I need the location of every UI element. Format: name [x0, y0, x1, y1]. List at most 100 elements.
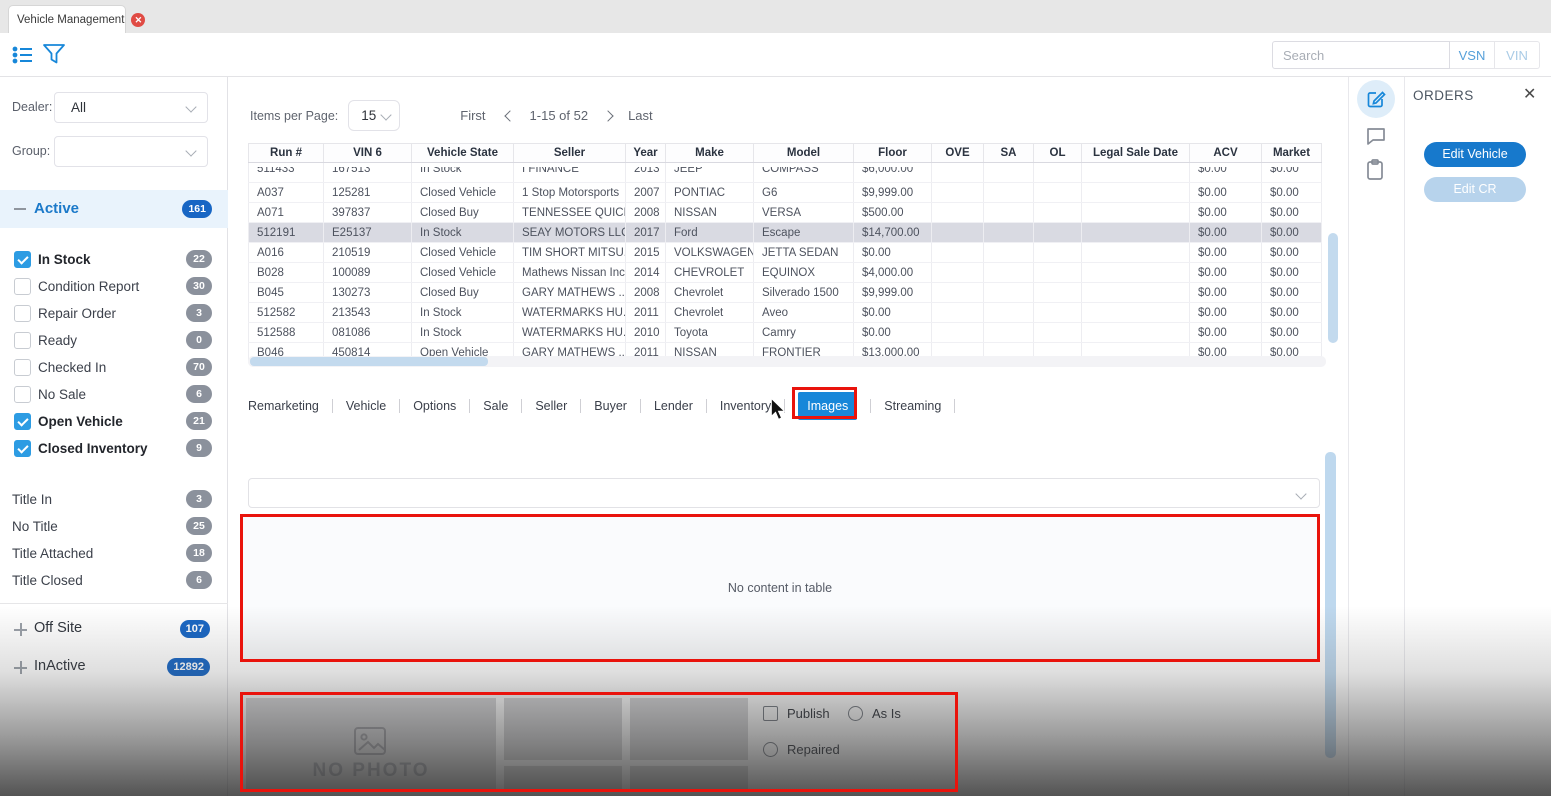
table-row[interactable]: 512588081086In StockWATERMARKS HU...2010…	[249, 323, 1322, 343]
photo-thumbnail-placeholder[interactable]	[630, 766, 748, 790]
filter-row[interactable]: Condition Report30	[0, 273, 228, 300]
filter-row[interactable]: No Title25	[0, 513, 228, 540]
filter-checkbox[interactable]	[14, 332, 31, 349]
filter-row[interactable]: Checked In70	[0, 354, 228, 381]
cell-value	[1034, 283, 1082, 303]
table-row-partial[interactable]: 511433167513In StockI FINANCE2013JEEPCOM…	[249, 163, 1322, 183]
column-header[interactable]: SA	[984, 144, 1034, 163]
items-per-page-select[interactable]: 15	[348, 100, 400, 131]
expand-icon[interactable]	[14, 623, 27, 636]
main-photo-placeholder[interactable]: NO PHOTO	[246, 698, 496, 790]
dealer-select[interactable]: All	[54, 92, 208, 123]
sidebar-section-active[interactable]: Active 161	[0, 190, 228, 228]
tab-inventory[interactable]: Inventory	[720, 399, 771, 413]
filter-row[interactable]: Repair Order3	[0, 300, 228, 327]
photo-thumbnail-placeholder[interactable]	[504, 766, 622, 790]
filter-row[interactable]: In Stock22	[0, 246, 228, 273]
tab-vehicle[interactable]: Vehicle	[346, 399, 386, 413]
filter-row[interactable]: Open Vehicle21	[0, 408, 228, 435]
filter-checkbox[interactable]	[14, 278, 31, 295]
list-view-icon[interactable]	[12, 44, 34, 71]
filter-checkbox[interactable]	[14, 413, 31, 430]
sidebar-section-inactive[interactable]: InActive 12892	[0, 656, 228, 680]
filter-row[interactable]: Closed Inventory9	[0, 435, 228, 462]
cell-value: Camry	[754, 323, 854, 343]
previous-page-icon[interactable]	[504, 110, 515, 121]
filter-label: Open Vehicle	[38, 414, 123, 429]
column-header[interactable]: Model	[754, 144, 854, 163]
column-header[interactable]: Year	[626, 144, 666, 163]
column-header[interactable]: OL	[1034, 144, 1082, 163]
table-row[interactable]: 512191E25137In StockSEAY MOTORS LLC2017F…	[249, 223, 1322, 243]
table-row[interactable]: A071397837Closed BuyTENNESSEE QUICK...20…	[249, 203, 1322, 223]
last-page-button[interactable]: Last	[628, 108, 653, 123]
pagination-bar: Items per Page: 15 First 1-15 of 52 Last	[250, 100, 653, 131]
photo-thumbnail-placeholder[interactable]	[630, 698, 748, 760]
vin-button[interactable]: VIN	[1495, 41, 1540, 69]
cell-value: CHEVROLET	[666, 263, 754, 283]
cell-value: Aveo	[754, 303, 854, 323]
table-row[interactable]: A037125281Closed Vehicle1 Stop Motorspor…	[249, 183, 1322, 203]
filter-checkbox[interactable]	[14, 251, 31, 268]
comments-icon[interactable]	[1366, 127, 1386, 151]
collapse-icon[interactable]	[14, 208, 26, 210]
filter-checkbox[interactable]	[14, 440, 31, 457]
tab-streaming[interactable]: Streaming	[884, 399, 941, 413]
table-row[interactable]: A016210519Closed VehicleTIM SHORT MITSU.…	[249, 243, 1322, 263]
repaired-radio[interactable]	[763, 742, 778, 757]
column-header[interactable]: Seller	[514, 144, 626, 163]
tab-remarketing[interactable]: Remarketing	[248, 399, 319, 413]
tab-sale[interactable]: Sale	[483, 399, 508, 413]
browser-tab[interactable]: Vehicle Management ✕	[8, 5, 126, 33]
column-header[interactable]: Run #	[249, 144, 324, 163]
horizontal-scrollbar-track[interactable]	[248, 356, 1326, 367]
close-icon[interactable]: ✕	[1523, 84, 1536, 104]
column-header[interactable]: Vehicle State	[412, 144, 514, 163]
tab-options[interactable]: Options	[413, 399, 456, 413]
column-header[interactable]: OVE	[932, 144, 984, 163]
column-header[interactable]: Make	[666, 144, 754, 163]
detail-vertical-scrollbar[interactable]	[1325, 452, 1336, 758]
filter-checkbox[interactable]	[14, 359, 31, 376]
column-header[interactable]: Market	[1262, 144, 1322, 163]
first-page-button[interactable]: First	[460, 108, 485, 123]
filter-checkbox[interactable]	[14, 305, 31, 322]
tab-close-icon[interactable]: ✕	[131, 13, 145, 27]
search-input[interactable]	[1272, 41, 1450, 69]
horizontal-scrollbar-thumb[interactable]	[250, 357, 488, 366]
sidebar-section-offsite[interactable]: Off Site 107	[0, 618, 228, 642]
cell-value	[932, 323, 984, 343]
table-row[interactable]: 512582213543In StockWATERMARKS HU...2011…	[249, 303, 1322, 323]
tab-seller[interactable]: Seller	[535, 399, 567, 413]
filter-icon[interactable]	[42, 42, 66, 73]
filter-row[interactable]: No Sale6	[0, 381, 228, 408]
tab-images[interactable]: Images	[798, 392, 857, 420]
clipboard-icon[interactable]	[1366, 159, 1384, 186]
images-dropdown[interactable]	[248, 478, 1320, 508]
filter-row[interactable]: Ready0	[0, 327, 228, 354]
column-header[interactable]: Floor	[854, 144, 932, 163]
photo-thumbnail-placeholder[interactable]	[504, 698, 622, 760]
column-header[interactable]: Legal Sale Date	[1082, 144, 1190, 163]
group-select[interactable]	[54, 136, 208, 167]
column-header[interactable]: VIN 6	[324, 144, 412, 163]
publish-checkbox[interactable]	[763, 706, 778, 721]
edit-vehicle-button[interactable]: Edit Vehicle	[1424, 142, 1526, 167]
edit-panel-button[interactable]	[1357, 80, 1395, 118]
filter-row[interactable]: Title In3	[0, 486, 228, 513]
column-header[interactable]: ACV	[1190, 144, 1262, 163]
table-vertical-scrollbar[interactable]	[1328, 233, 1338, 343]
cell-value: Closed Buy	[412, 203, 514, 223]
table-row[interactable]: B045130273Closed BuyGARY MATHEWS ...2008…	[249, 283, 1322, 303]
tab-lender[interactable]: Lender	[654, 399, 693, 413]
table-row[interactable]: B028100089Closed VehicleMathews Nissan I…	[249, 263, 1322, 283]
expand-icon[interactable]	[14, 661, 27, 674]
next-page-icon[interactable]	[602, 110, 613, 121]
edit-cr-button[interactable]: Edit CR	[1424, 177, 1526, 202]
filter-checkbox[interactable]	[14, 386, 31, 403]
vsn-button[interactable]: VSN	[1450, 41, 1495, 69]
filter-row[interactable]: Title Attached18	[0, 540, 228, 567]
tab-buyer[interactable]: Buyer	[594, 399, 627, 413]
filter-row[interactable]: Title Closed6	[0, 567, 228, 594]
as-is-radio[interactable]	[848, 706, 863, 721]
